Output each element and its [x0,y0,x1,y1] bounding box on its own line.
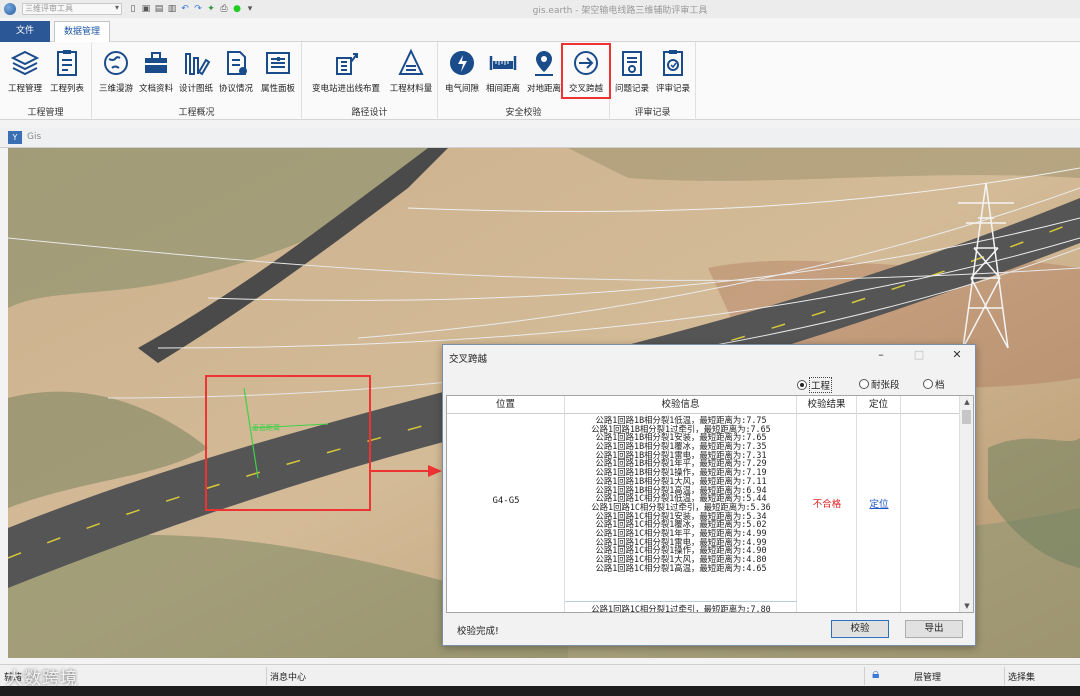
layers-icon [10,50,40,76]
design-drawing-button[interactable]: 设计图纸 [176,46,216,98]
cross-span-dialog: 交叉跨越 – □ ✕ 工程 耐张段 档 位置 校验信息 校验结果 定位 G4-G… [442,344,976,646]
maximize-button[interactable]: □ [909,348,929,361]
3d-roam-button[interactable]: 三维漫游 [96,46,136,98]
tab-data-manage[interactable]: 数据管理 [54,21,110,43]
group-project-manage: 工程管理 工程列表 工程管理 [0,42,92,120]
material-icon [398,48,424,75]
selection-set[interactable]: 选择集 [1008,670,1035,683]
agreement-icon [227,51,247,75]
col-check-info[interactable]: 校验信息 [565,396,797,414]
dialog-title: 交叉跨越 [449,354,488,365]
radio-span[interactable]: 档 [923,377,945,391]
group-review-record: 问题记录 评审记录 评审记录 [610,42,696,120]
export-button[interactable]: 导出 [905,620,963,638]
row-locate-link[interactable]: 定位 [857,496,901,510]
property-panel-button[interactable]: 属性面板 [256,46,300,98]
dialog-status: 校验完成! [457,626,499,637]
project-list-button[interactable]: 工程列表 [46,46,88,98]
gis-pane-header: Y Gis [0,128,1080,148]
phase-distance-button[interactable]: 相间距离 [482,46,524,98]
scope-radio-group: 工程 耐张段 档 [443,377,977,393]
pin-icon [535,51,553,76]
scroll-thumb[interactable] [962,410,971,424]
window-title: gis.earth - 架空输电线路三维辅助评审工具 [532,6,708,16]
grid-scrollbar[interactable]: ▲ ▼ [959,396,973,612]
col-locate[interactable]: 定位 [857,396,901,414]
col-position[interactable]: 位置 [447,396,565,414]
group-route-design: 变电站进出线布置 工程材料量 路径设计 [302,42,438,120]
documents-button[interactable]: 文档资料 [136,46,176,98]
group-label-route-design: 路径设计 [351,108,388,118]
check-button[interactable]: 校验 [831,620,889,638]
vertical-distance-label: 垂直距离 [252,423,280,432]
title-bar: 三维评审工具 ▯ ▣ ▤ ▥ ↶ ↷ ✦ ⎙ ● ▾ gis.earth - 架… [0,0,1080,18]
substation-icon [336,53,358,75]
info-line: 公路1回路1C相分裂1高温，最短距离为:4.65 [595,562,767,573]
radio-tension-section[interactable]: 耐张段 [859,377,900,391]
status-separator [864,667,865,685]
radio-unchecked-icon [859,379,869,389]
menu-tabs: 文件 数据管理 [0,18,1080,43]
message-center[interactable]: 消息中心 [270,670,306,683]
review-record-icon [663,50,683,76]
electric-clearance-button[interactable]: 电气间隙 [442,46,482,98]
group-label-project-manage: 工程管理 [27,108,64,118]
issue-record-button[interactable]: 问题记录 [612,46,652,98]
scroll-down-icon[interactable]: ▼ [960,600,973,612]
tab-file[interactable]: 文件 [0,21,50,42]
project-manage-button[interactable]: 工程管理 [4,46,46,98]
briefcase-icon [145,52,167,73]
material-quantity-button[interactable]: 工程材料量 [386,46,436,98]
radio-project[interactable]: 工程 [797,377,833,393]
scroll-up-icon[interactable]: ▲ [960,396,973,408]
agreement-button[interactable]: 协议情况 [216,46,256,98]
list-doc-icon [57,50,77,76]
substation-layout-button[interactable]: 变电站进出线布置 [306,46,386,98]
ruler-icon [489,56,517,70]
globe-icon [104,51,128,75]
row-check-info: 公路1回路1B相分裂1低温，最短距离为:7.75 公路1回路1B相分裂1过牵引，… [565,416,797,572]
results-grid[interactable]: 位置 校验信息 校验结果 定位 G4-G5 公路1回路1B相分裂1低温，最短距离… [446,395,974,613]
grid-divider [857,414,901,612]
grid-divider [797,414,857,612]
lock-icon[interactable]: 🔒︎ [872,666,879,682]
ribbon: 工程管理 工程列表 工程管理 三维漫游 文档资料 设计图纸 协议情况 属性面板 [0,42,1080,120]
next-row-info: 公路1回路1C相分裂1过牵引，最短距离为:7.80 [565,601,797,612]
property-panel-icon [266,52,290,74]
minimize-button[interactable]: – [871,348,891,361]
close-button[interactable]: ✕ [947,348,967,361]
review-record-button[interactable]: 评审记录 [652,46,694,98]
drawing-icon [185,53,211,76]
group-project-overview: 三维漫游 文档资料 设计图纸 协议情况 属性面板 工程概况 [92,42,302,120]
grid-divider [447,414,565,612]
status-separator [266,667,267,685]
group-label-review-record: 评审记录 [634,108,671,118]
gis-pane-title: Gis [27,132,42,142]
gis-app-icon: Y [8,131,22,144]
os-taskbar [0,686,1080,696]
status-separator [1004,667,1005,685]
electric-clearance-icon [450,51,474,75]
layer-manage[interactable]: 层管理 [914,670,941,683]
group-label-project-overview: 工程概况 [178,108,215,118]
ground-distance-button[interactable]: 对地距离 [524,46,564,98]
status-bar: 就绪 消息中心 🔒︎ 层管理 选择集 [0,664,1080,686]
row-position: G4-G5 [492,496,520,506]
issue-record-icon [622,51,642,76]
group-label-safety-check: 安全校验 [505,108,542,118]
row-result: 不合格 [812,499,842,510]
highlight-annotation-box [561,43,611,99]
radio-unchecked-icon [923,379,933,389]
grid-header: 位置 校验信息 校验结果 定位 [447,396,959,414]
radio-checked-icon [797,380,807,390]
col-check-result[interactable]: 校验结果 [797,396,857,414]
